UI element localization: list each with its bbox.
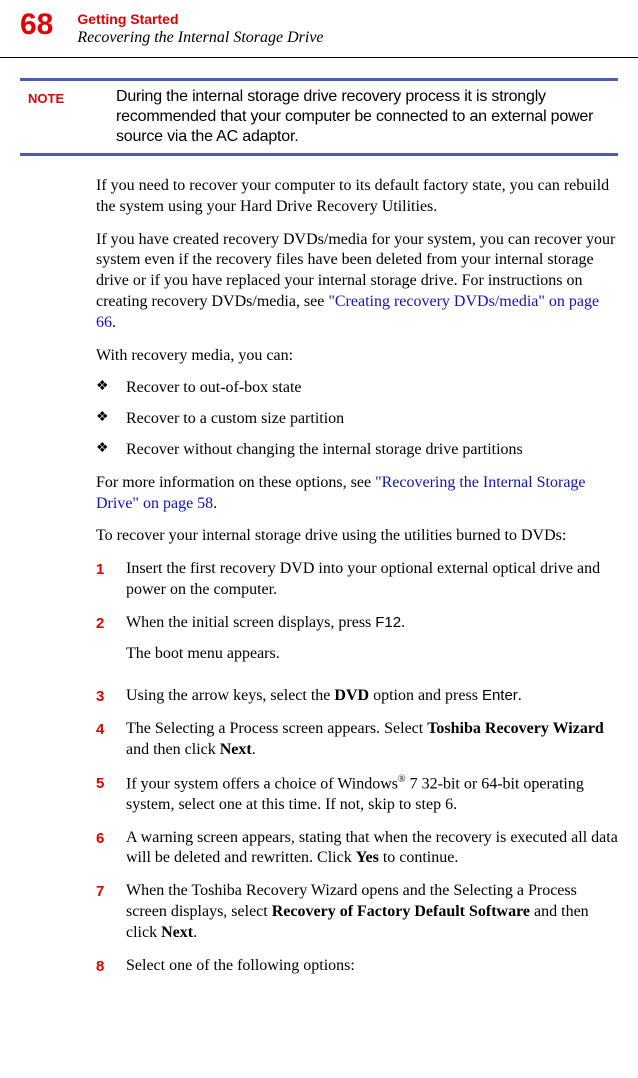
list-item: ❖ Recover to out-of-box state (96, 378, 618, 399)
text: Select one of the following options: (126, 957, 355, 974)
paragraph: If you have created recovery DVDs/media … (96, 230, 618, 334)
step-number: 2 (96, 613, 126, 634)
text: Insert the first recovery DVD into your … (126, 560, 600, 598)
step-content: The Selecting a Process screen appears. … (126, 719, 618, 761)
list-item: ❖ Recover without changing the internal … (96, 440, 618, 461)
step-number: 1 (96, 559, 126, 580)
header-text: Getting Started Recovering the Internal … (77, 10, 618, 49)
paragraph: With recovery media, you can: (96, 346, 618, 367)
text: and then click (126, 741, 220, 758)
step-content: When the Toshiba Recovery Wizard opens a… (126, 881, 618, 943)
step-item: 8 Select one of the following options: (96, 956, 618, 977)
bold-text: DVD (334, 687, 369, 704)
step-number: 4 (96, 719, 126, 740)
step-content: If your system offers a choice of Window… (126, 773, 618, 816)
paragraph: If you need to recover your computer to … (96, 176, 618, 218)
text: The boot menu appears. (126, 644, 618, 665)
bold-text: Next (220, 741, 252, 758)
paragraph: For more information on these options, s… (96, 473, 618, 515)
step-number: 8 (96, 956, 126, 977)
page-number: 68 (20, 10, 53, 40)
step-item: 7 When the Toshiba Recovery Wizard opens… (96, 881, 618, 943)
page-header: 68 Getting Started Recovering the Intern… (0, 0, 638, 58)
text: When the initial screen displays, press … (126, 613, 618, 634)
text: If your system offers a choice of Window… (126, 775, 398, 792)
list-item: ❖ Recover to a custom size partition (96, 409, 618, 430)
step-item: 2 When the initial screen displays, pres… (96, 613, 618, 675)
step-number: 7 (96, 881, 126, 902)
text: The Selecting a Process screen appears. … (126, 720, 427, 737)
bullet-icon: ❖ (96, 378, 126, 396)
step-item: 5 If your system offers a choice of Wind… (96, 773, 618, 816)
bold-text: Yes (356, 849, 379, 866)
text: . (193, 924, 197, 941)
text: . (252, 741, 256, 758)
text: to continue. (379, 849, 459, 866)
list-text: Recover to out-of-box state (126, 378, 302, 399)
registered-mark: ® (398, 774, 406, 785)
note-label: NOTE (20, 87, 110, 147)
step-content: Insert the first recovery DVD into your … (126, 559, 618, 601)
step-content: Select one of the following options: (126, 956, 618, 977)
list-text: Recover to a custom size partition (126, 409, 344, 430)
step-content: When the initial screen displays, press … (126, 613, 618, 675)
text: . (213, 495, 217, 512)
step-item: 4 The Selecting a Process screen appears… (96, 719, 618, 761)
text: For more information on these options, s… (96, 474, 375, 491)
numbered-list: 1 Insert the first recovery DVD into you… (96, 559, 618, 976)
text: Using the arrow keys, select the (126, 687, 334, 704)
note-block: NOTE During the internal storage drive r… (20, 78, 618, 156)
text: option and press (369, 687, 482, 704)
text: . (518, 687, 522, 704)
step-number: 6 (96, 828, 126, 849)
keycap: Enter (482, 687, 518, 704)
step-item: 6 A warning screen appears, stating that… (96, 828, 618, 870)
bold-text: Next (161, 924, 193, 941)
paragraph: To recover your internal storage drive u… (96, 526, 618, 547)
bullet-list: ❖ Recover to out-of-box state ❖ Recover … (96, 378, 618, 460)
bold-text: Recovery of Factory Default Software (272, 903, 530, 920)
note-text: During the internal storage drive recove… (110, 87, 618, 147)
main-content: If you need to recover your computer to … (0, 176, 638, 1008)
step-content: Using the arrow keys, select the DVD opt… (126, 686, 618, 707)
step-number: 3 (96, 686, 126, 707)
step-item: 3 Using the arrow keys, select the DVD o… (96, 686, 618, 707)
section-title: Recovering the Internal Storage Drive (77, 28, 618, 49)
bold-text: Toshiba Recovery Wizard (427, 720, 604, 737)
chapter-title: Getting Started (77, 10, 618, 28)
bullet-icon: ❖ (96, 409, 126, 427)
keycap: F12 (375, 614, 401, 631)
text: . (112, 314, 116, 331)
bullet-icon: ❖ (96, 440, 126, 458)
step-number: 5 (96, 773, 126, 794)
list-text: Recover without changing the internal st… (126, 440, 523, 461)
step-content: A warning screen appears, stating that w… (126, 828, 618, 870)
step-item: 1 Insert the first recovery DVD into you… (96, 559, 618, 601)
